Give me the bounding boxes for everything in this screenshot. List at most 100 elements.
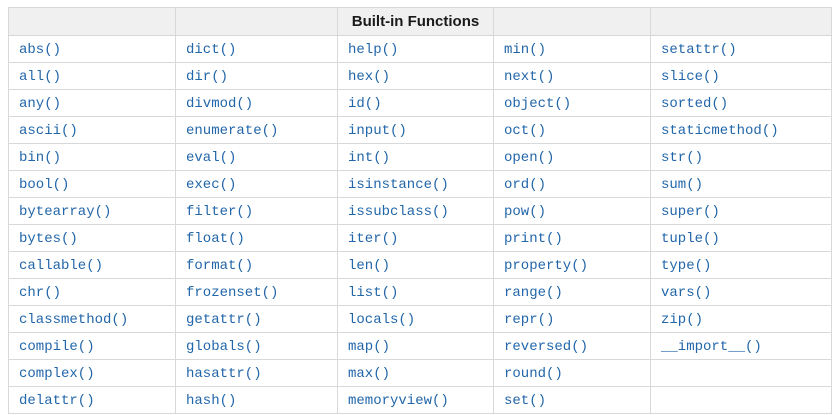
function-link[interactable]: bytearray() (19, 204, 111, 220)
function-cell: set() (493, 386, 651, 414)
function-link[interactable]: slice() (661, 69, 720, 85)
function-cell: print() (493, 224, 651, 252)
function-link[interactable]: isinstance() (348, 177, 449, 193)
function-link[interactable]: range() (504, 285, 563, 301)
table-header-row: Built-in Functions (8, 7, 832, 36)
function-link[interactable]: help() (348, 42, 398, 58)
function-cell: getattr() (175, 305, 338, 333)
function-link[interactable]: int() (348, 150, 390, 166)
function-cell: format() (175, 251, 338, 279)
function-cell: complex() (8, 359, 176, 387)
function-link[interactable]: open() (504, 150, 554, 166)
function-link[interactable]: repr() (504, 312, 554, 328)
function-cell: next() (493, 62, 651, 90)
function-link[interactable]: round() (504, 366, 563, 382)
function-cell: oct() (493, 116, 651, 144)
function-link[interactable]: oct() (504, 123, 546, 139)
function-link[interactable]: frozenset() (186, 285, 278, 301)
function-link[interactable]: format() (186, 258, 253, 274)
function-link[interactable]: dict() (186, 42, 236, 58)
function-cell: all() (8, 62, 176, 90)
function-link[interactable]: eval() (186, 150, 236, 166)
function-cell: object() (493, 89, 651, 117)
function-link[interactable]: input() (348, 123, 407, 139)
function-link[interactable]: setattr() (661, 42, 737, 58)
function-cell: sorted() (650, 89, 832, 117)
function-link[interactable]: min() (504, 42, 546, 58)
function-link[interactable]: hex() (348, 69, 390, 85)
function-link[interactable]: locals() (348, 312, 415, 328)
header-cell-empty (175, 7, 338, 36)
function-link[interactable]: reversed() (504, 339, 588, 355)
function-link[interactable]: hasattr() (186, 366, 262, 382)
function-link[interactable]: vars() (661, 285, 711, 301)
function-cell: __import__() (650, 332, 832, 360)
function-link[interactable]: zip() (661, 312, 703, 328)
function-link[interactable]: ascii() (19, 123, 78, 139)
function-cell: bin() (8, 143, 176, 171)
function-link[interactable]: filter() (186, 204, 253, 220)
function-link[interactable]: print() (504, 231, 563, 247)
function-cell: abs() (8, 35, 176, 63)
function-link[interactable]: compile() (19, 339, 95, 355)
function-link[interactable]: id() (348, 96, 382, 112)
function-link[interactable]: staticmethod() (661, 123, 779, 139)
function-link[interactable]: bin() (19, 150, 61, 166)
function-link[interactable]: chr() (19, 285, 61, 301)
function-cell: globals() (175, 332, 338, 360)
function-link[interactable]: issubclass() (348, 204, 449, 220)
function-link[interactable]: iter() (348, 231, 398, 247)
function-link[interactable]: globals() (186, 339, 262, 355)
function-link[interactable]: complex() (19, 366, 95, 382)
function-cell: setattr() (650, 35, 832, 63)
function-link[interactable]: sum() (661, 177, 703, 193)
table-row: bytes() float() iter() print() tuple() (8, 224, 832, 252)
function-link[interactable]: memoryview() (348, 393, 449, 409)
function-link[interactable]: super() (661, 204, 720, 220)
function-link[interactable]: pow() (504, 204, 546, 220)
function-link[interactable]: len() (348, 258, 390, 274)
header-cell-empty (8, 7, 176, 36)
function-link[interactable]: tuple() (661, 231, 720, 247)
function-cell: bytearray() (8, 197, 176, 225)
function-link[interactable]: ord() (504, 177, 546, 193)
function-link[interactable]: sorted() (661, 96, 728, 112)
function-link[interactable]: divmod() (186, 96, 253, 112)
function-link[interactable]: bool() (19, 177, 69, 193)
page: Built-in Functions abs() dict() help() min(… (0, 0, 839, 415)
function-link[interactable]: delattr() (19, 393, 95, 409)
function-cell: float() (175, 224, 338, 252)
function-link[interactable]: classmethod() (19, 312, 128, 328)
function-link[interactable]: getattr() (186, 312, 262, 328)
function-link[interactable]: set() (504, 393, 546, 409)
function-link[interactable]: abs() (19, 42, 61, 58)
function-link[interactable]: map() (348, 339, 390, 355)
function-link[interactable]: hash() (186, 393, 236, 409)
function-link[interactable]: any() (19, 96, 61, 112)
function-cell: classmethod() (8, 305, 176, 333)
function-cell: help() (337, 35, 494, 63)
function-link[interactable]: callable() (19, 258, 103, 274)
function-cell: bool() (8, 170, 176, 198)
function-link[interactable]: next() (504, 69, 554, 85)
function-link[interactable]: __import__() (661, 339, 762, 355)
function-link[interactable]: dir() (186, 69, 228, 85)
table-row: complex() hasattr() max() round() (8, 359, 832, 387)
function-cell: len() (337, 251, 494, 279)
function-link[interactable]: list() (348, 285, 398, 301)
function-link[interactable]: object() (504, 96, 571, 112)
function-link[interactable]: enumerate() (186, 123, 278, 139)
table-row: callable() format() len() property() type() (8, 251, 832, 279)
function-link[interactable]: bytes() (19, 231, 78, 247)
function-link[interactable]: str() (661, 150, 703, 166)
function-cell: map() (337, 332, 494, 360)
function-link[interactable]: exec() (186, 177, 236, 193)
function-cell: sum() (650, 170, 832, 198)
function-link[interactable]: all() (19, 69, 61, 85)
function-link[interactable]: property() (504, 258, 588, 274)
table-row: chr() frozenset() list() range() vars() (8, 278, 832, 306)
function-link[interactable]: type() (661, 258, 711, 274)
empty-cell (650, 386, 832, 414)
function-link[interactable]: float() (186, 231, 245, 247)
function-link[interactable]: max() (348, 366, 390, 382)
